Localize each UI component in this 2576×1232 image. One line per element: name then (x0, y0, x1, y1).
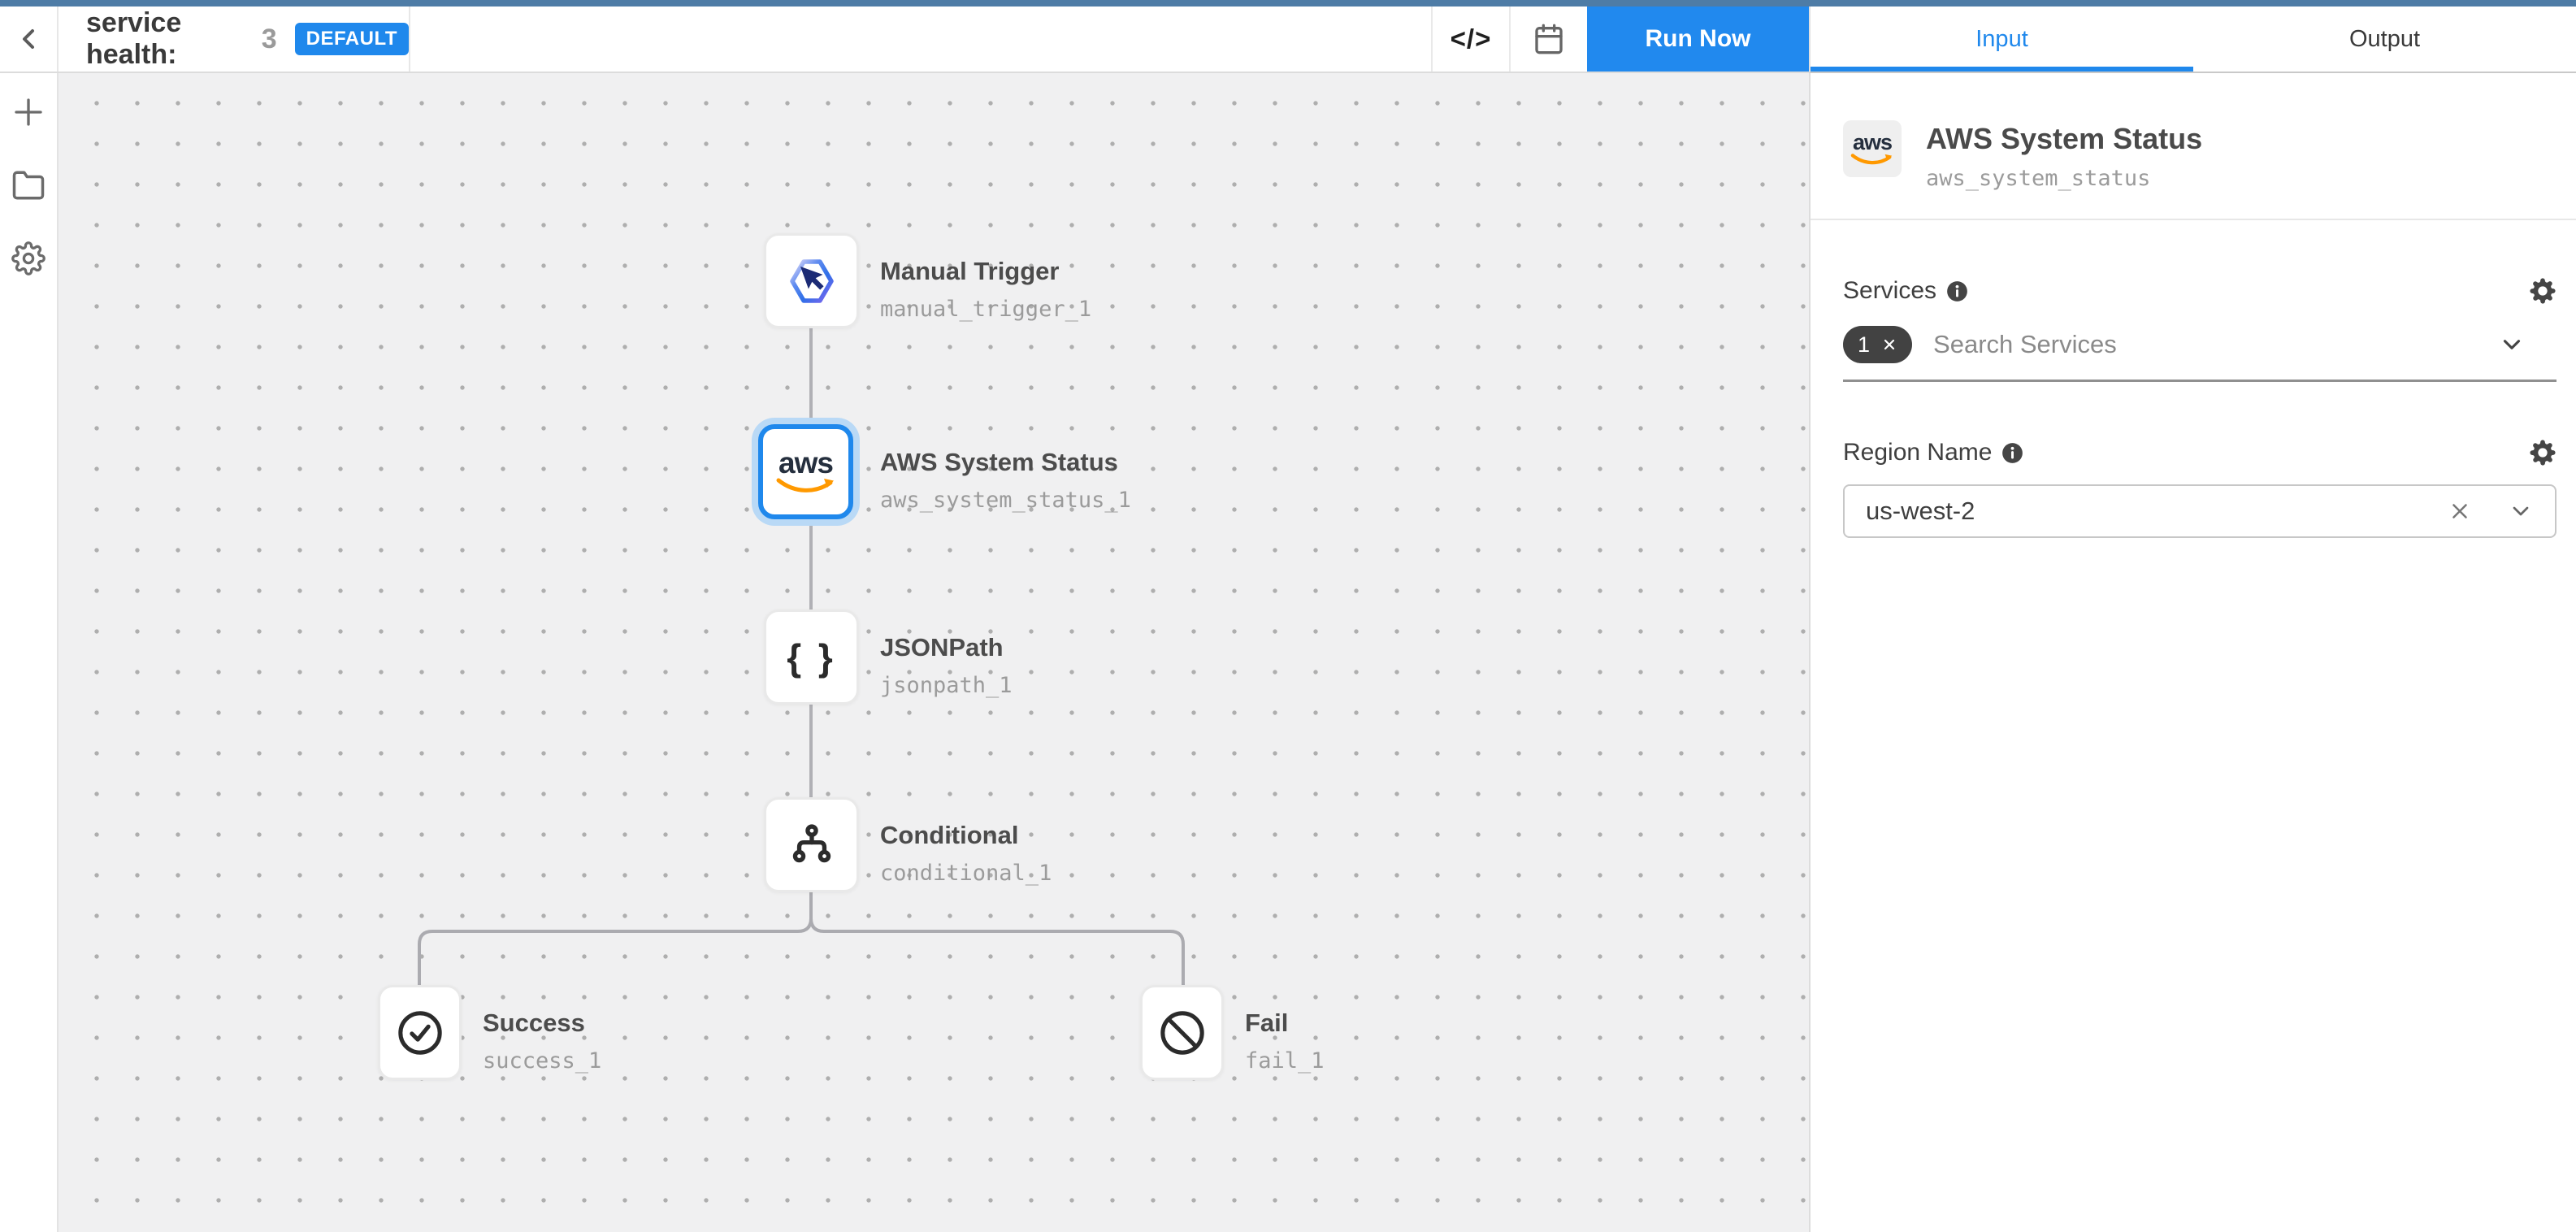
gear-icon (2529, 439, 2556, 466)
block-header: aws AWS System Status aws_system_status (1843, 120, 2556, 191)
block-title: AWS System Status (1926, 122, 2202, 156)
header-spacer (410, 7, 1431, 72)
node-label-group: JSONPath jsonpath_1 (880, 634, 1013, 698)
gear-icon (2529, 277, 2556, 305)
node-id: aws_system_status_1 (880, 488, 1131, 513)
node-aws-system-status[interactable]: aws (758, 424, 853, 519)
node-label-group: Fail fail_1 (1245, 1009, 1325, 1074)
chevron-left-icon (12, 23, 45, 55)
add-block-button[interactable] (11, 94, 46, 130)
block-header-text: AWS System Status aws_system_status (1926, 120, 2202, 191)
aws-icon: aws (775, 448, 837, 496)
node-id: conditional_1 (880, 861, 1052, 886)
workflow-canvas[interactable]: Manual Trigger manual_trigger_1 aws AWS … (59, 73, 1809, 1232)
clear-icon[interactable] (2448, 499, 2472, 523)
node-title: Fail (1245, 1009, 1325, 1037)
fail-slash-icon (1159, 1009, 1206, 1056)
aws-app-icon: aws (1843, 120, 1902, 177)
services-select[interactable]: 1 Search Services (1843, 326, 2556, 382)
node-id: success_1 (483, 1048, 601, 1074)
region-label: Region Name (1843, 439, 1992, 466)
top-accent-strip (0, 0, 2576, 7)
block-type: aws_system_status (1926, 166, 2202, 191)
main-area: Manual Trigger manual_trigger_1 aws AWS … (0, 73, 2576, 1232)
node-success[interactable] (378, 985, 462, 1080)
node-label-group: Success success_1 (483, 1009, 601, 1074)
remove-selection-icon[interactable] (1881, 336, 1897, 353)
settings-button[interactable] (11, 241, 46, 276)
node-title: Conditional (880, 822, 1052, 849)
node-id: fail_1 (1245, 1048, 1325, 1074)
header-bar: service health: 3 DEFAULT </> Run Now In… (0, 7, 2576, 73)
input-panel: aws AWS System Status aws_system_status … (1809, 73, 2576, 1232)
region-label-row: Region Name (1843, 439, 2556, 466)
node-conditional[interactable] (764, 797, 859, 892)
tab-output[interactable]: Output (2193, 7, 2576, 72)
connector-line (809, 705, 813, 799)
manual-trigger-icon (785, 256, 839, 306)
services-gear-button[interactable] (2529, 277, 2556, 305)
region-gear-button[interactable] (2529, 439, 2556, 466)
back-button[interactable] (0, 7, 59, 72)
selected-count: 1 (1858, 332, 1870, 358)
node-manual-trigger[interactable] (764, 233, 859, 328)
tab-input[interactable]: Input (1811, 7, 2193, 72)
region-field: Region Name us-west-2 (1843, 439, 2556, 538)
node-title: Manual Trigger (880, 258, 1091, 285)
playbook-version: 3 (262, 24, 277, 55)
node-jsonpath[interactable]: { } (764, 609, 859, 705)
connector-line (809, 328, 813, 424)
chevron-down-icon[interactable] (2508, 498, 2534, 524)
calendar-icon (1533, 23, 1565, 55)
region-value: us-west-2 (1866, 497, 1975, 526)
run-now-button[interactable]: Run Now (1587, 7, 1809, 72)
services-search-placeholder: Search Services (1933, 330, 2117, 359)
code-icon: </> (1451, 24, 1492, 54)
node-title: JSONPath (880, 634, 1013, 662)
conditional-icon (788, 822, 835, 869)
info-icon[interactable] (1946, 280, 1968, 302)
connector-line (809, 522, 813, 611)
gear-icon (11, 241, 46, 275)
node-id: manual_trigger_1 (880, 297, 1091, 322)
panel-divider (1811, 219, 2576, 220)
node-title: Success (483, 1009, 601, 1037)
info-icon[interactable] (2001, 442, 2023, 464)
selected-count-pill[interactable]: 1 (1843, 326, 1912, 363)
success-check-icon (397, 1009, 444, 1056)
left-toolbar (0, 73, 59, 1232)
files-button[interactable] (11, 167, 46, 203)
services-field: Services 1 Search Services (1843, 277, 2556, 382)
node-label-group: Conditional conditional_1 (880, 822, 1052, 886)
folder-icon (11, 168, 46, 202)
panel-tabs: Input Output (1809, 7, 2576, 73)
node-label-group: Manual Trigger manual_trigger_1 (880, 258, 1091, 322)
chevron-down-icon[interactable] (2498, 331, 2526, 358)
node-fail[interactable] (1140, 985, 1224, 1080)
playbook-title-area: service health: 3 DEFAULT (59, 7, 410, 72)
node-title: AWS System Status (880, 449, 1131, 476)
braces-icon: { } (787, 636, 836, 679)
default-badge: DEFAULT (295, 23, 409, 55)
plus-icon (12, 96, 45, 128)
playbook-title: service health: (86, 7, 250, 71)
services-label: Services (1843, 277, 1936, 305)
region-combobox[interactable]: us-west-2 (1843, 484, 2556, 538)
code-view-button[interactable]: </> (1431, 7, 1509, 72)
services-label-row: Services (1843, 277, 2556, 305)
schedule-button[interactable] (1509, 7, 1587, 72)
node-id: jsonpath_1 (880, 673, 1013, 698)
node-label-group: AWS System Status aws_system_status_1 (880, 449, 1131, 513)
